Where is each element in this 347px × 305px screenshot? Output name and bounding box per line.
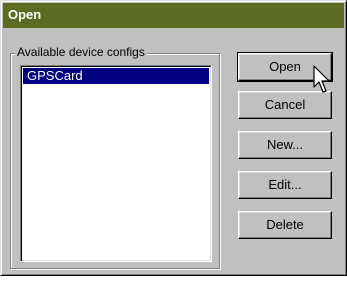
edit-button[interactable]: Edit...: [238, 171, 332, 199]
group-label: Available device configs: [15, 45, 147, 59]
delete-button-label: Delete: [266, 217, 304, 232]
cancel-button-label: Cancel: [264, 97, 306, 112]
title-bar[interactable]: Open: [3, 3, 344, 28]
new-button-label: New...: [266, 137, 304, 152]
delete-button[interactable]: Delete: [238, 211, 332, 239]
edit-button-label: Edit...: [268, 177, 302, 192]
open-dialog: Open Available device configs GPSCard Op…: [0, 0, 347, 276]
window-title: Open: [8, 7, 42, 22]
open-button-label: Open: [269, 59, 301, 74]
list-item[interactable]: GPSCard: [23, 68, 209, 84]
new-button[interactable]: New...: [238, 131, 332, 159]
arrow-cursor-icon: [313, 65, 330, 93]
cancel-button[interactable]: Cancel: [238, 91, 332, 119]
device-config-list[interactable]: GPSCard: [20, 65, 212, 262]
